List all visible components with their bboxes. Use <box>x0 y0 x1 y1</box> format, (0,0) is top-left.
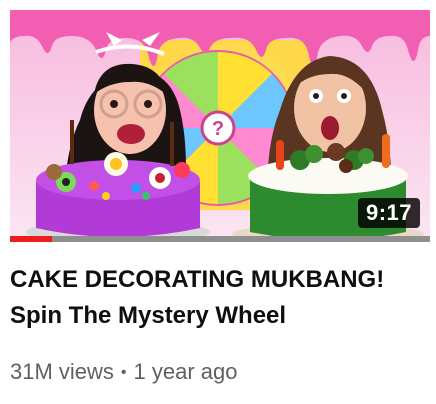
video-title[interactable]: CAKE DECORATING MUKBANG! Spin The Myster… <box>10 262 426 334</box>
wheel-question-mark: ? <box>212 118 224 140</box>
duration-badge: 9:17 <box>357 198 420 228</box>
video-card[interactable]: ? 9:17 CAKE DECORATING MUKBANG! Spin The… <box>0 0 436 404</box>
watch-progress-bar <box>10 236 430 242</box>
watch-progress-fill <box>10 236 52 242</box>
upload-age: 1 year ago <box>133 359 238 384</box>
video-thumbnail[interactable]: ? 9:17 <box>10 10 430 242</box>
meta-separator: • <box>120 364 127 381</box>
video-metadata: 31M views • 1 year ago <box>10 358 238 387</box>
view-count: 31M views <box>10 359 114 384</box>
